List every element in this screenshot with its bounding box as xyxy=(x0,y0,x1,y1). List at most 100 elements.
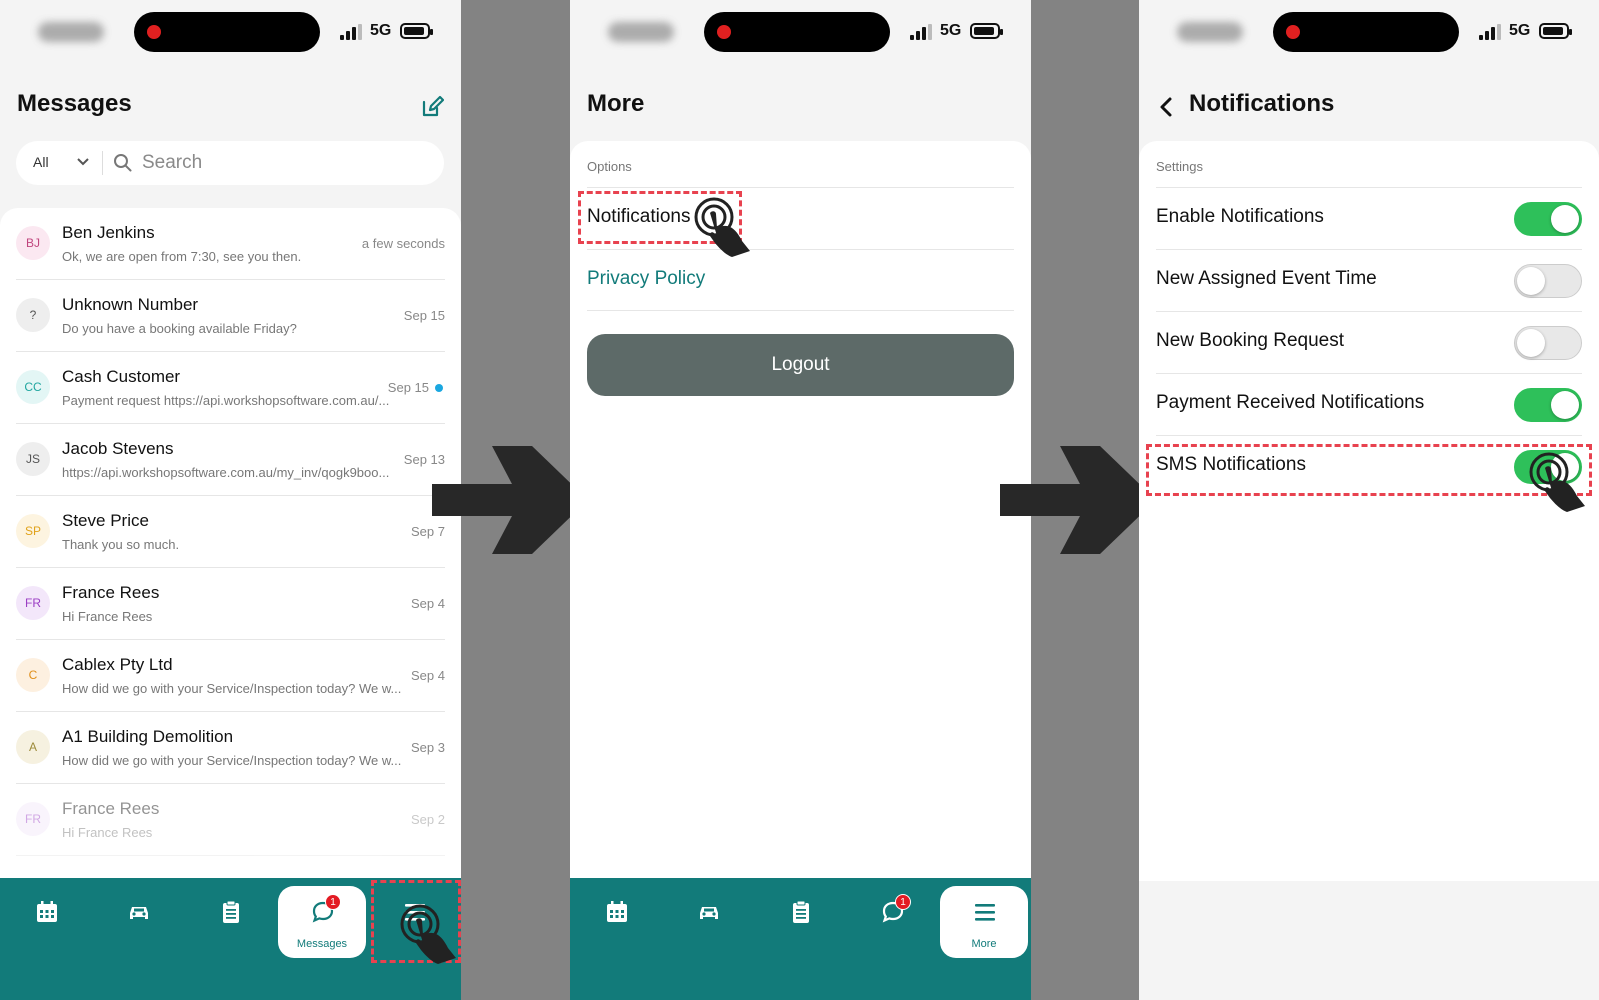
contact-name: Jacob Stevens xyxy=(62,439,174,458)
tab-messages[interactable]: 1 Messages xyxy=(278,886,366,958)
menu-item-privacy-policy[interactable]: Privacy Policy xyxy=(587,249,1014,311)
search-bar: All xyxy=(16,141,444,185)
more-screen: 5G More Options Notifications Privacy Po… xyxy=(570,0,1031,1000)
compose-icon[interactable] xyxy=(420,95,444,119)
avatar: ? xyxy=(16,298,50,332)
conversation-list: BJ Ben Jenkins Ok, we are open from 7:30, … xyxy=(0,208,461,880)
toggle-knob xyxy=(1517,267,1545,295)
tab-label: More xyxy=(971,938,997,950)
conversation-row[interactable]: C Cablex Pty Ltd How did we go with your S… xyxy=(16,640,445,712)
clipboard-icon xyxy=(223,900,239,923)
calendar-icon xyxy=(607,901,627,922)
status-bar: 5G xyxy=(1139,0,1599,62)
conversation-row[interactable]: SP Steve Price Thank you so much. Sep 7 xyxy=(16,496,445,568)
tab-vehicles[interactable] xyxy=(94,886,182,958)
message-preview: Hi France Rees xyxy=(62,825,153,840)
status-time-blurred xyxy=(608,22,674,42)
network-label: 5G xyxy=(1509,22,1531,39)
contact-name: France Rees xyxy=(62,583,160,602)
conversation-row[interactable]: FR France Rees Hi France Rees Sep 2 xyxy=(16,784,445,856)
message-timestamp: Sep 4 xyxy=(411,596,445,611)
message-preview: How did we go with your Service/Inspecti… xyxy=(62,753,402,768)
messages-screen: 5G Messages All BJ Ben Jenkins Ok, we are … xyxy=(0,0,461,1000)
tab-more[interactable]: More xyxy=(940,886,1028,958)
toggle-switch[interactable] xyxy=(1514,326,1582,360)
recording-dot xyxy=(147,25,161,39)
signal-icon xyxy=(340,24,364,40)
contact-name: Ben Jenkins xyxy=(62,223,155,242)
conversation-row[interactable]: ? Unknown Number Do you have a booking ava… xyxy=(16,280,445,352)
toggle-knob xyxy=(1517,329,1545,357)
dynamic-island xyxy=(134,12,320,52)
message-preview: Ok, we are open from 7:30, see you then. xyxy=(62,249,302,264)
contact-name: Cablex Pty Ltd xyxy=(62,655,173,674)
conversation-row[interactable]: CC Cash Customer Payment request https://a… xyxy=(16,352,445,424)
toggle-switch[interactable] xyxy=(1514,202,1582,236)
battery-icon xyxy=(400,23,433,39)
conversation-row[interactable]: FR France Rees Hi France Rees Sep 4 xyxy=(16,568,445,640)
message-timestamp: Sep 4 xyxy=(411,668,445,683)
filter-dropdown[interactable]: All xyxy=(33,154,49,170)
message-preview: How did we go with your Service/Inspecti… xyxy=(62,681,402,696)
back-chevron-icon[interactable] xyxy=(1155,96,1177,118)
setting-row: Payment Received Notifications xyxy=(1156,373,1582,435)
message-timestamp: Sep 15 xyxy=(387,380,429,395)
avatar: SP xyxy=(16,514,50,548)
tab-messages[interactable]: 1 xyxy=(848,886,936,958)
toggle-knob xyxy=(1551,205,1579,233)
unread-badge: 1 xyxy=(895,894,911,910)
tab-jobs[interactable] xyxy=(186,886,274,958)
contact-name: France Rees xyxy=(62,799,160,818)
contact-name: Cash Customer xyxy=(62,367,181,386)
menu-icon xyxy=(975,904,995,921)
tab-label: Messages xyxy=(296,938,348,950)
message-timestamp: Sep 15 xyxy=(403,308,445,323)
conversation-row[interactable]: A A1 Building Demolition How did we go wit… xyxy=(16,712,445,784)
page-title: Notifications xyxy=(1189,90,1335,117)
avatar: FR xyxy=(16,586,50,620)
message-timestamp: a few seconds xyxy=(361,236,445,251)
tab-jobs[interactable] xyxy=(756,886,844,958)
avatar: CC xyxy=(16,370,50,404)
search-icon xyxy=(114,154,132,172)
message-timestamp: Sep 2 xyxy=(411,812,445,827)
setting-label: New Booking Request xyxy=(1156,330,1344,351)
setting-row: New Assigned Event Time xyxy=(1156,249,1582,311)
clipboard-icon xyxy=(793,900,809,923)
search-input[interactable] xyxy=(142,150,422,176)
unread-dot xyxy=(435,384,443,392)
logout-button[interactable]: Logout xyxy=(587,334,1014,396)
bottom-tab-bar: 1 More xyxy=(570,878,1031,1000)
calendar-icon xyxy=(37,901,57,922)
tap-hand-icon xyxy=(694,197,750,257)
dynamic-island xyxy=(704,12,890,52)
battery-icon xyxy=(970,23,1003,39)
toggle-switch[interactable] xyxy=(1514,388,1582,422)
avatar: A xyxy=(16,730,50,764)
menu-item-label: Privacy Policy xyxy=(587,268,706,289)
tab-vehicles[interactable] xyxy=(664,886,752,958)
message-timestamp: Sep 3 xyxy=(411,740,445,755)
status-time-blurred xyxy=(1177,22,1243,42)
tab-calendar[interactable] xyxy=(572,886,660,958)
options-card: Options Notifications Privacy Policy Log… xyxy=(570,141,1031,881)
page-title: More xyxy=(587,90,645,117)
toggle-switch[interactable] xyxy=(1514,264,1582,298)
setting-label: New Assigned Event Time xyxy=(1156,268,1377,289)
setting-label: Payment Received Notifications xyxy=(1156,392,1425,413)
network-label: 5G xyxy=(370,22,392,39)
status-time-blurred xyxy=(38,22,104,42)
message-preview: Hi France Rees xyxy=(62,609,153,624)
conversation-row[interactable]: JS Jacob Stevens https://api.workshopsoftw… xyxy=(16,424,445,496)
notification-settings-screen: 5G Notifications Settings Enable Notific… xyxy=(1139,0,1599,1000)
contact-name: Steve Price xyxy=(62,511,149,530)
conversation-row[interactable]: BJ Ben Jenkins Ok, we are open from 7:30, … xyxy=(16,208,445,280)
chevron-down-icon[interactable] xyxy=(76,155,90,169)
setting-row: Enable Notifications xyxy=(1156,187,1582,249)
recording-dot xyxy=(1286,25,1300,39)
tab-calendar[interactable] xyxy=(2,886,90,958)
message-preview: https://api.workshopsoftware.com.au/my_i… xyxy=(62,465,390,480)
avatar: BJ xyxy=(16,226,50,260)
battery-icon xyxy=(1539,23,1572,39)
status-bar: 5G xyxy=(0,0,461,62)
